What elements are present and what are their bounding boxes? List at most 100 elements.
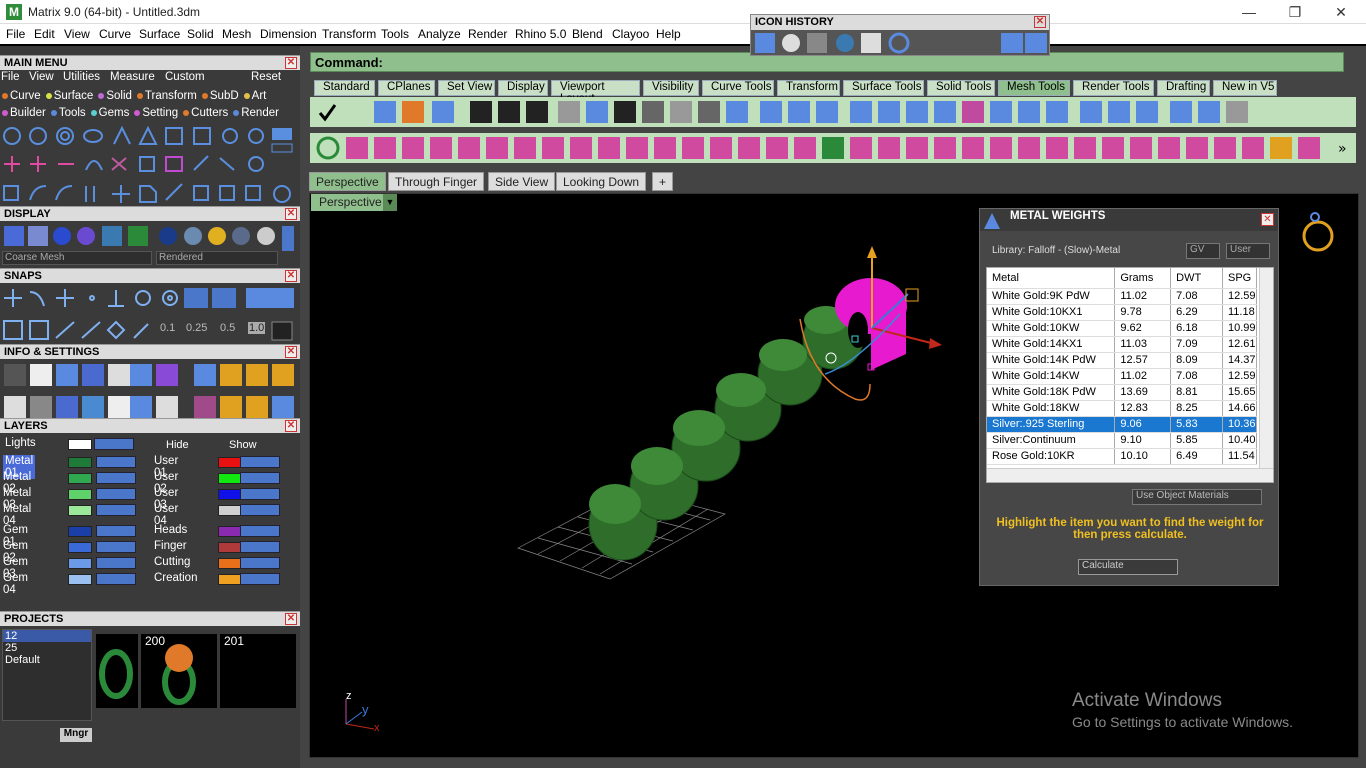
snap-value-0-25[interactable]: 0.25 xyxy=(186,322,207,334)
layer-color-swatch[interactable] xyxy=(218,526,242,537)
project-item[interactable]: 25 xyxy=(3,642,91,654)
mm-file[interactable]: File xyxy=(1,71,20,83)
column-header[interactable]: Metal xyxy=(987,268,1116,289)
menu-mesh[interactable]: Mesh xyxy=(222,27,251,41)
tab-looking-down[interactable]: Looking Down xyxy=(556,172,647,191)
table-row[interactable]: Rose Gold:10KR 10.10 6.49 11.54 xyxy=(987,448,1258,465)
mm-cat-subd[interactable]: SubD xyxy=(201,90,239,102)
menu-render[interactable]: Render xyxy=(468,27,507,41)
layer-color-swatch[interactable] xyxy=(68,473,92,484)
table-row[interactable]: White Gold:18K PdW 13.69 8.81 15.65 xyxy=(987,384,1258,401)
column-header[interactable]: SPG xyxy=(1222,268,1258,289)
mm-cat-builder[interactable]: Builder xyxy=(2,107,46,119)
menu-analyze[interactable]: Analyze xyxy=(418,27,461,41)
tab-side-view[interactable]: Side View xyxy=(488,172,556,191)
layer-color-swatch[interactable] xyxy=(68,542,92,553)
table-scrollbar[interactable] xyxy=(1259,268,1273,468)
icon-history-icons[interactable] xyxy=(751,30,1051,56)
mm-cat-cutters[interactable]: Cutters xyxy=(183,107,228,119)
close-button[interactable]: ✕ xyxy=(1318,2,1364,22)
layer-lock-toggle[interactable] xyxy=(240,557,280,569)
layer-color-swatch[interactable] xyxy=(218,542,242,553)
lights-swatch[interactable] xyxy=(68,439,92,450)
table-row[interactable]: Silver:Continuum 9.10 5.85 10.40 xyxy=(987,432,1258,449)
mm-view[interactable]: View xyxy=(29,71,54,83)
table-row[interactable]: Silver:.925 Sterling 9.06 5.83 10.36 xyxy=(987,416,1258,433)
use-object-materials-toggle[interactable]: Use Object Materials xyxy=(1132,489,1262,505)
table-hscrollbar[interactable] xyxy=(987,468,1273,482)
layer-name[interactable]: Creation xyxy=(154,572,197,584)
layer-color-swatch[interactable] xyxy=(218,558,242,569)
mm-cat-transform[interactable]: Transform xyxy=(136,90,197,102)
layer-lock-toggle[interactable] xyxy=(96,488,136,500)
menu-blend[interactable]: Blend xyxy=(572,27,603,41)
close-icon[interactable]: ✕ xyxy=(285,346,297,358)
menu-file[interactable]: File xyxy=(6,27,25,41)
toolbar-tab-set-view[interactable]: Set View xyxy=(438,80,495,96)
layer-color-swatch[interactable] xyxy=(218,457,242,468)
column-header[interactable]: Grams xyxy=(1114,268,1172,289)
mm-cat-render[interactable]: Render xyxy=(233,107,279,119)
menu-solid[interactable]: Solid xyxy=(187,27,214,41)
maximize-button[interactable]: ❐ xyxy=(1272,2,1318,22)
project-thumbnail[interactable] xyxy=(96,634,138,708)
mm-cat-curve[interactable]: Curve xyxy=(2,90,41,102)
mm-cat-solid[interactable]: Solid xyxy=(98,90,132,102)
table-row[interactable]: White Gold:14KX1 11.03 7.09 12.61 xyxy=(987,336,1258,353)
mm-measure[interactable]: Measure xyxy=(110,71,155,83)
table-row[interactable]: White Gold:18KW 12.83 8.25 14.66 xyxy=(987,400,1258,417)
layer-color-swatch[interactable] xyxy=(68,526,92,537)
toolbar-tab-curve-tools[interactable]: Curve Tools xyxy=(702,80,774,96)
toolbar-tab-display[interactable]: Display xyxy=(498,80,548,96)
layer-color-swatch[interactable] xyxy=(218,574,242,585)
mm-utilities[interactable]: Utilities xyxy=(63,71,100,83)
menu-clayoo[interactable]: Clayoo xyxy=(612,27,649,41)
layer-lock-toggle[interactable] xyxy=(96,573,136,585)
toolbar-tab-drafting[interactable]: Drafting xyxy=(1157,80,1210,96)
project-thumbnail[interactable]: 201 xyxy=(220,634,296,708)
close-icon[interactable]: ✕ xyxy=(1034,16,1046,28)
snap-value-0-5[interactable]: 0.5 xyxy=(220,322,235,334)
info-tool-icons[interactable] xyxy=(0,361,300,421)
layer-color-swatch[interactable] xyxy=(68,457,92,468)
user-toggle[interactable]: User xyxy=(1226,243,1270,259)
layer-color-swatch[interactable] xyxy=(68,558,92,569)
manager-button[interactable]: Mngr xyxy=(60,728,92,742)
hide-button[interactable]: Hide xyxy=(166,439,189,451)
menu-tools[interactable]: Tools xyxy=(381,27,409,41)
mm-cat-tools[interactable]: Tools xyxy=(50,107,86,119)
table-row[interactable]: White Gold:9K PdW 11.02 7.08 12.59 xyxy=(987,288,1258,305)
layer-lock-toggle[interactable] xyxy=(240,525,280,537)
layer-lock-toggle[interactable] xyxy=(96,472,136,484)
mm-cat-gems[interactable]: Gems xyxy=(90,107,129,119)
mm-cat-setting[interactable]: Setting xyxy=(134,107,178,119)
layer-lock-toggle[interactable] xyxy=(96,456,136,468)
close-icon[interactable]: ✕ xyxy=(285,208,297,220)
toolbar-tab-surface-tools[interactable]: Surface Tools xyxy=(843,80,924,96)
layer-color-swatch[interactable] xyxy=(218,473,242,484)
project-item[interactable]: 12 xyxy=(3,630,91,642)
snap-value-1-0[interactable]: 1.0 xyxy=(248,322,266,334)
layer-name[interactable]: Finger xyxy=(154,540,187,552)
layer-lock-toggle[interactable] xyxy=(240,504,280,516)
close-icon[interactable]: ✕ xyxy=(285,420,297,432)
calculate-button[interactable]: Calculate xyxy=(1078,559,1178,575)
layer-lock-toggle[interactable] xyxy=(96,557,136,569)
layer-lock-toggle[interactable] xyxy=(240,573,280,585)
toolbar-tab-viewport-layout[interactable]: Viewport Layout xyxy=(551,80,640,105)
toolbar-tab-cplanes[interactable]: CPlanes xyxy=(378,80,435,96)
layer-lock-toggle[interactable] xyxy=(96,504,136,516)
show-button[interactable]: Show xyxy=(229,439,257,451)
layer-name[interactable]: Heads xyxy=(154,524,187,536)
mm-reset[interactable]: Reset xyxy=(251,71,281,83)
menu-surface[interactable]: Surface xyxy=(139,27,180,41)
layer-lock-toggle[interactable] xyxy=(96,525,136,537)
gv-toggle[interactable]: GV xyxy=(1186,243,1220,259)
mesh-quality-select[interactable]: Coarse Mesh xyxy=(2,251,152,265)
layer-color-swatch[interactable] xyxy=(68,489,92,500)
toolbar-tab-solid-tools[interactable]: Solid Tools xyxy=(927,80,995,96)
snap-value-0-1[interactable]: 0.1 xyxy=(160,322,175,334)
tab-through-finger[interactable]: Through Finger xyxy=(388,172,485,191)
layer-color-swatch[interactable] xyxy=(68,505,92,516)
toolbar-tab-new-in-v5[interactable]: New in V5 xyxy=(1213,80,1277,96)
